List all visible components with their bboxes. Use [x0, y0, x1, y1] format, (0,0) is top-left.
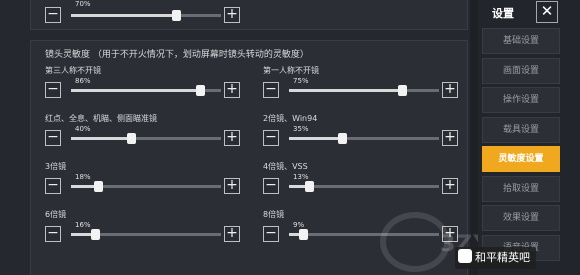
slider-label: 2倍镜、Win94 — [263, 114, 318, 123]
sidebar-item[interactable]: 拾取设置 — [482, 175, 560, 202]
sensitivity-slider: 2倍镜、Win94 − 35% + — [263, 113, 458, 157]
slider-value: 18% — [75, 173, 91, 181]
decrease-button[interactable]: − — [263, 178, 279, 194]
slider-value: 13% — [293, 173, 309, 181]
increase-button[interactable]: + — [442, 178, 458, 194]
decrease-button[interactable]: − — [45, 130, 61, 146]
credit-text: 和平精英吧 — [475, 251, 530, 264]
sensitivity-slider: 红点、全息、机瞄、侧面瞄准镜 − 40% + — [45, 113, 240, 157]
increase-button[interactable]: + — [224, 82, 240, 98]
decrease-button[interactable]: − — [45, 7, 61, 23]
sensitivity-slider: 3倍镜 − 18% + — [45, 161, 240, 205]
slider-thumb[interactable] — [94, 181, 103, 192]
slider-label: 第一人称不开镜 — [263, 66, 319, 75]
slider-value: 40% — [75, 125, 91, 133]
sensitivity-slider: 4倍镜、VSS − 13% + — [263, 161, 458, 205]
slider-fill — [71, 89, 200, 92]
slider-value: 35% — [293, 125, 309, 133]
slider-thumb[interactable] — [337, 133, 347, 144]
slider-thumb[interactable] — [298, 229, 308, 240]
decrease-button[interactable]: − — [45, 82, 61, 98]
slider-thumb[interactable] — [304, 181, 314, 192]
slider-track[interactable] — [289, 133, 439, 144]
sidebar-item[interactable]: 灵敏度设置 — [482, 146, 560, 172]
slider-track[interactable] — [71, 10, 221, 21]
top-slider-block: − 70% + — [30, 0, 468, 30]
slider-label: 红点、全息、机瞄、侧面瞄准镜 — [45, 114, 157, 123]
slider-value: 70% — [75, 0, 91, 8]
slider-label: 3倍镜 — [45, 162, 67, 171]
slider-track[interactable] — [71, 85, 221, 96]
slider-fill — [289, 137, 342, 140]
slider-label: 第三人称不开镜 — [45, 66, 101, 75]
slider-value: 9% — [293, 221, 305, 229]
decrease-button[interactable]: − — [263, 130, 279, 146]
close-icon[interactable]: ✕ — [536, 1, 558, 23]
top-slider: − 70% + — [45, 0, 240, 27]
sidebar-header: 设置 ✕ — [478, 0, 580, 26]
slider-label: 8倍镜 — [263, 210, 285, 219]
decrease-button[interactable]: − — [45, 226, 61, 242]
slider-thumb[interactable] — [91, 229, 100, 240]
sidebar-item[interactable]: 效果设置 — [482, 205, 560, 231]
slider-fill — [289, 89, 402, 92]
slider-track[interactable] — [289, 181, 439, 192]
sidebar-item[interactable]: 画面设置 — [482, 57, 560, 84]
slider-label: 4倍镜、VSS — [263, 162, 308, 171]
sidebar-item[interactable]: 基础设置 — [482, 28, 560, 54]
slider-value: 86% — [75, 77, 91, 85]
slider-track[interactable] — [289, 85, 439, 96]
paw-icon — [458, 249, 472, 263]
increase-button[interactable]: + — [224, 226, 240, 242]
slider-thumb[interactable] — [172, 10, 181, 21]
section-title: 镜头灵敏度 （用于不开火情况下，划动屏幕时镜头转动的灵敏度） — [45, 50, 309, 60]
sensitivity-slider: 第三人称不开镜 − 86% + — [45, 65, 240, 109]
settings-content-panel: − 70% + 镜头灵敏度 （用于不开火情况下，划动屏幕时镜头转动的灵敏度） 第… — [0, 0, 539, 275]
slider-value: 75% — [293, 77, 309, 85]
slider-track[interactable] — [71, 181, 221, 192]
decrease-button[interactable]: − — [45, 178, 61, 194]
increase-button[interactable]: + — [224, 130, 240, 146]
sensitivity-slider: 第一人称不开镜 − 75% + — [263, 65, 458, 109]
slider-fill — [71, 14, 176, 17]
increase-button[interactable]: + — [224, 178, 240, 194]
slider-track[interactable] — [71, 229, 221, 240]
slider-track[interactable] — [71, 133, 221, 144]
sensitivity-slider: 6倍镜 − 16% + — [45, 209, 240, 253]
settings-sidebar: 设置 ✕ 基础设置画面设置操作设置载具设置灵敏度设置拾取设置效果设置语音设置 — [478, 0, 580, 275]
credit-badge: 和平精英吧 — [455, 247, 536, 269]
slider-fill — [71, 137, 131, 140]
slider-label: 6倍镜 — [45, 210, 67, 219]
slider-thumb[interactable] — [127, 133, 136, 144]
sidebar-item[interactable]: 操作设置 — [482, 87, 560, 113]
slider-thumb[interactable] — [397, 85, 407, 96]
sidebar-title: 设置 — [492, 7, 514, 20]
slider-thumb[interactable] — [196, 85, 205, 96]
decrease-button[interactable]: − — [263, 82, 279, 98]
decrease-button[interactable]: − — [263, 226, 279, 242]
sidebar-item[interactable]: 载具设置 — [482, 116, 560, 143]
increase-button[interactable]: + — [442, 82, 458, 98]
slider-value: 16% — [75, 221, 91, 229]
increase-button[interactable]: + — [224, 7, 240, 23]
increase-button[interactable]: + — [442, 130, 458, 146]
